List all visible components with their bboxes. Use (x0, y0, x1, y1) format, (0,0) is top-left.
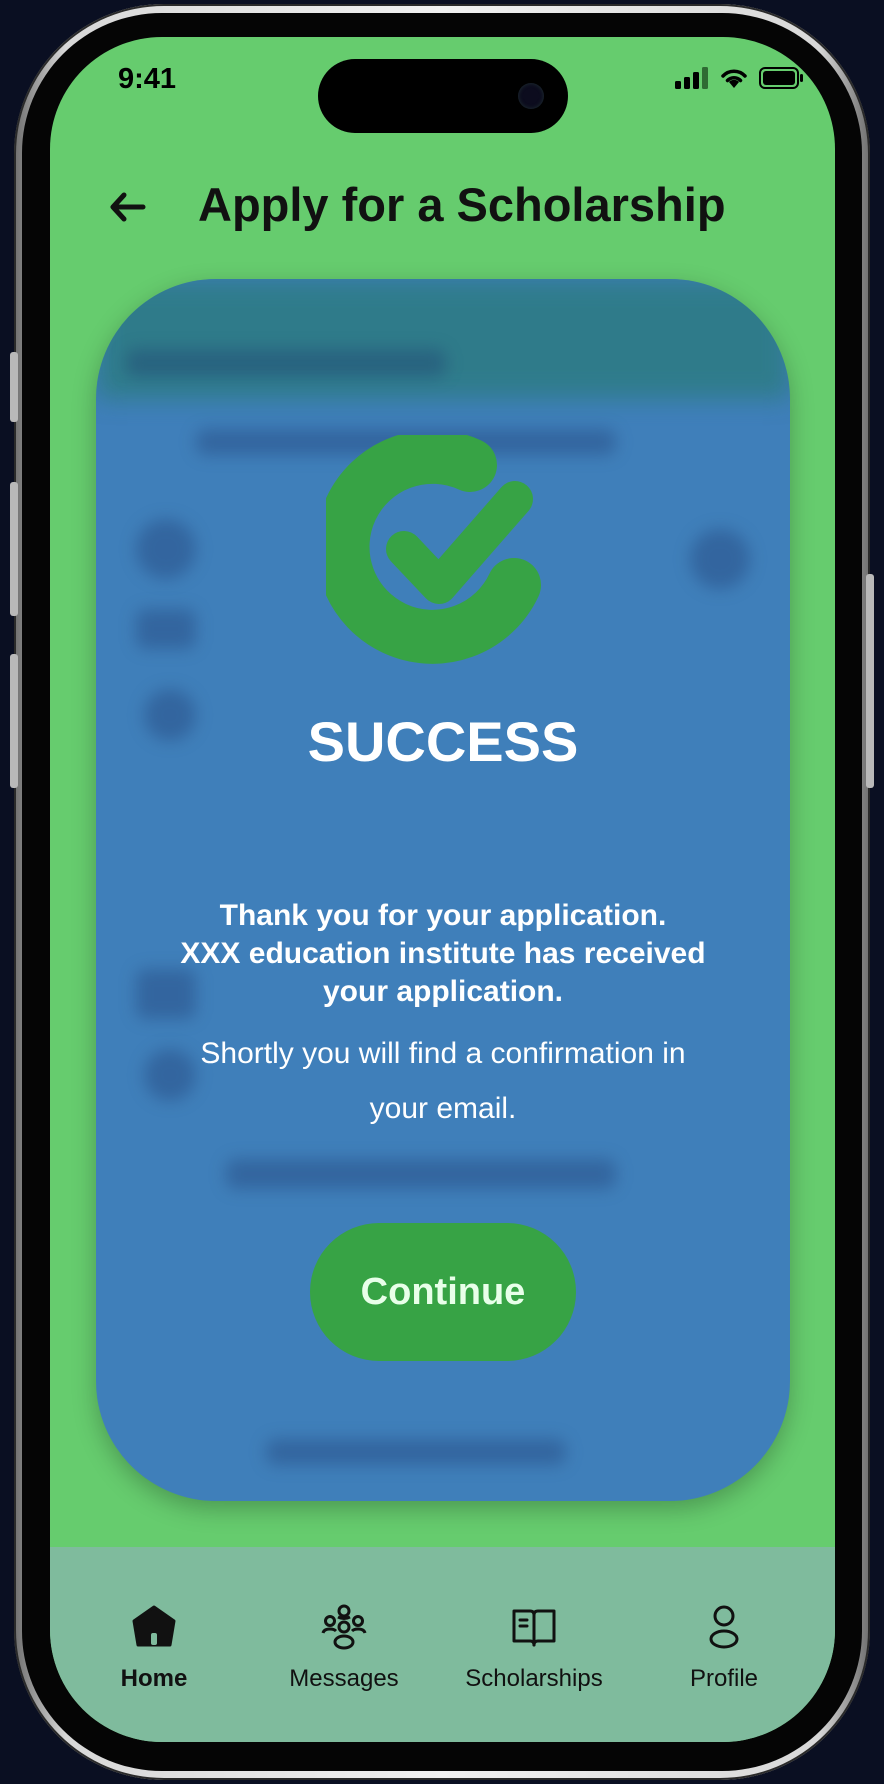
continue-button[interactable]: Continue (310, 1223, 576, 1361)
blurred-background-content (266, 1439, 566, 1465)
nav-label-messages: Messages (289, 1665, 399, 1692)
nav-label-home: Home (120, 1665, 188, 1692)
blurred-background-content (136, 609, 196, 649)
status-time: 9:41 (118, 63, 177, 95)
front-camera (518, 83, 544, 109)
confirmation-note: Shortly you will find a confirmation in … (200, 1037, 686, 1125)
power-button (866, 574, 874, 788)
person-icon (709, 1605, 739, 1649)
success-modal: SUCCESS Thank you for your application. … (96, 279, 790, 1501)
wifi-icon (721, 69, 747, 88)
volume-down-button (10, 654, 18, 788)
modal-blur-band (96, 279, 790, 399)
status-icons (675, 67, 805, 89)
nav-item-scholarships[interactable]: Scholarships (444, 1603, 624, 1693)
arrow-left-icon (110, 192, 146, 222)
nav-item-profile[interactable]: Profile (634, 1603, 814, 1693)
blurred-background-content (690, 529, 750, 589)
action-button (10, 352, 18, 422)
bottom-navigation: Home Messages Scholarships Profile (50, 1547, 835, 1742)
check-circle-icon (326, 435, 541, 664)
signal-icon (675, 67, 708, 89)
nav-item-messages[interactable]: Messages (254, 1603, 434, 1693)
success-title: SUCCESS (307, 710, 579, 773)
nav-label-profile: Profile (689, 1665, 759, 1692)
blurred-background-content (136, 519, 196, 579)
nav-item-home[interactable]: Home (64, 1603, 244, 1693)
nav-label-scholarships: Scholarships (465, 1665, 603, 1692)
book-icon (512, 1609, 556, 1647)
dynamic-island (318, 59, 568, 133)
blurred-background-content (126, 349, 446, 377)
success-message: Thank you for your application. XXX educ… (180, 899, 706, 1008)
back-button[interactable] (106, 185, 150, 229)
blurred-background-content (226, 1159, 616, 1189)
people-icon (321, 1604, 367, 1650)
app-screen: 9:41 Apply for a Scholarship SUCCESS Tha… (50, 37, 835, 1742)
page-title: Apply for a Scholarship (198, 178, 726, 231)
battery-icon (759, 67, 803, 89)
home-icon (132, 1605, 176, 1647)
volume-up-button (10, 482, 18, 616)
